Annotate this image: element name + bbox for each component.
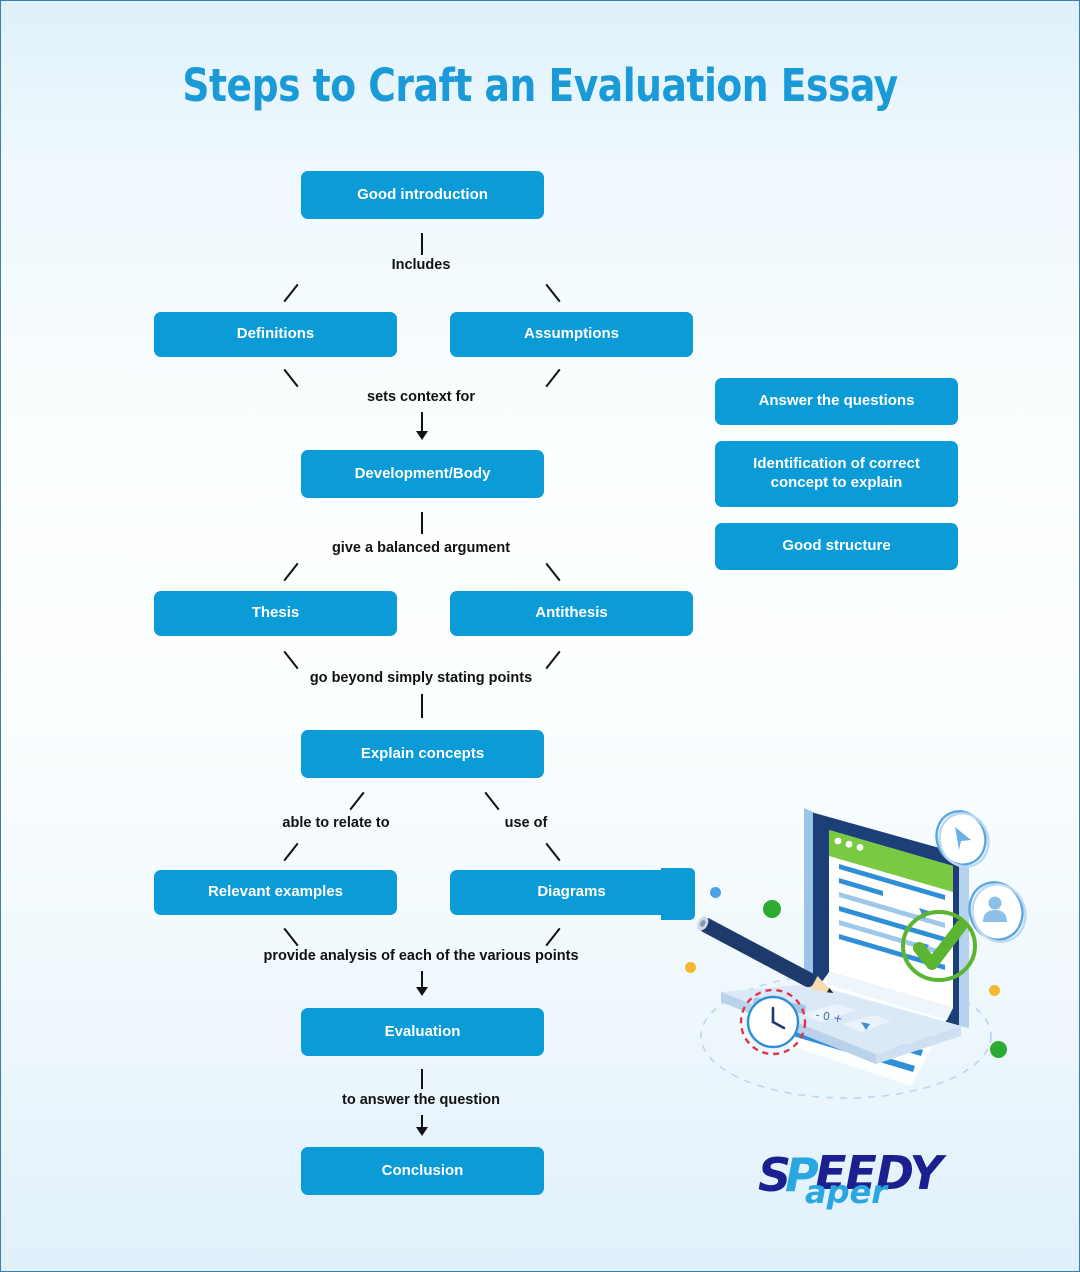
flow-node-label: Conclusion (381, 1161, 464, 1179)
flow-node-thesis[interactable]: Thesis (154, 591, 397, 636)
connector-dash (349, 791, 365, 811)
connector-dash (545, 562, 561, 582)
connector-label-provide-analysis: provide analysis of each of the various … (263, 948, 579, 964)
connector-arrowhead (416, 987, 428, 996)
flow-node-relevant-examples[interactable]: Relevant examples (154, 870, 397, 915)
illustration-laptop-essay: - 0 + (661, 796, 1061, 1116)
connector-dash (283, 368, 299, 388)
connector-dash (283, 562, 299, 582)
side-item-answer-the-questions[interactable]: Answer the questions (715, 378, 958, 425)
connector-line (421, 1069, 423, 1089)
connector-line (421, 512, 423, 534)
logo-part-aper: aper (805, 1173, 887, 1211)
side-item-good-structure[interactable]: Good structure (715, 523, 958, 570)
flow-node-label: Definitions (236, 325, 315, 343)
side-item-label: Answer the questions (758, 392, 915, 410)
flow-node-label: Thesis (251, 604, 300, 622)
flow-node-diagrams[interactable]: Diagrams (450, 870, 693, 915)
connector-arrowhead (416, 1127, 428, 1136)
connector-dash (283, 650, 299, 670)
connector-dash (484, 791, 500, 811)
infographic-page: Steps to Craft an Evaluation Essay Good … (0, 0, 1080, 1272)
connector-label-use-of: use of (504, 815, 548, 831)
flow-node-definitions[interactable]: Definitions (154, 312, 397, 357)
connector-dash (545, 650, 561, 670)
flow-node-label: Relevant examples (207, 883, 344, 901)
flow-node-label: Good introduction (357, 185, 488, 203)
connector-label-to-answer-the-question: to answer the question (342, 1092, 500, 1108)
flow-node-label: Diagrams (537, 883, 606, 901)
flow-node-label: Antithesis (535, 604, 608, 622)
connector-dash (283, 283, 299, 303)
connector-dash (545, 927, 561, 947)
connector-label-includes: Includes (391, 257, 451, 273)
connector-label-balanced-argument: give a balanced argument (331, 540, 511, 556)
speedypaper-logo[interactable]: S P EEDY aper (758, 1146, 943, 1211)
flow-node-antithesis[interactable]: Antithesis (450, 591, 693, 636)
flow-node-assumptions[interactable]: Assumptions (450, 312, 693, 357)
connector-dash (283, 927, 299, 947)
page-title: Steps to Craft an Evaluation Essay (182, 59, 898, 112)
connector-dash (545, 842, 561, 862)
connector-label-sets-context-for: sets context for (367, 389, 475, 405)
side-item-label: Good structure (782, 537, 891, 555)
connector-dash (283, 842, 299, 862)
flow-node-label: Evaluation (384, 1022, 461, 1040)
flow-node-conclusion[interactable]: Conclusion (301, 1147, 544, 1195)
connector-line (421, 694, 423, 718)
flow-node-explain-concepts[interactable]: Explain concepts (301, 730, 544, 778)
connector-label-go-beyond: go beyond simply stating points (309, 670, 533, 686)
connector-arrowhead (416, 431, 428, 440)
flow-node-label: Assumptions (523, 325, 619, 343)
flow-node-good-introduction[interactable]: Good introduction (301, 171, 544, 219)
connector-dash (545, 368, 561, 388)
side-item-identification[interactable]: Identification of correct concept to exp… (715, 441, 958, 507)
connector-line (421, 233, 423, 255)
flow-node-evaluation[interactable]: Evaluation (301, 1008, 544, 1056)
side-item-label: Identification of correct concept to exp… (753, 455, 920, 491)
connector-label-able-to-relate-to: able to relate to (282, 815, 390, 831)
flow-node-label: Development/Body (354, 464, 491, 482)
connector-dash (545, 283, 561, 303)
flow-node-development-body[interactable]: Development/Body (301, 450, 544, 498)
flow-node-label: Explain concepts (360, 744, 485, 762)
